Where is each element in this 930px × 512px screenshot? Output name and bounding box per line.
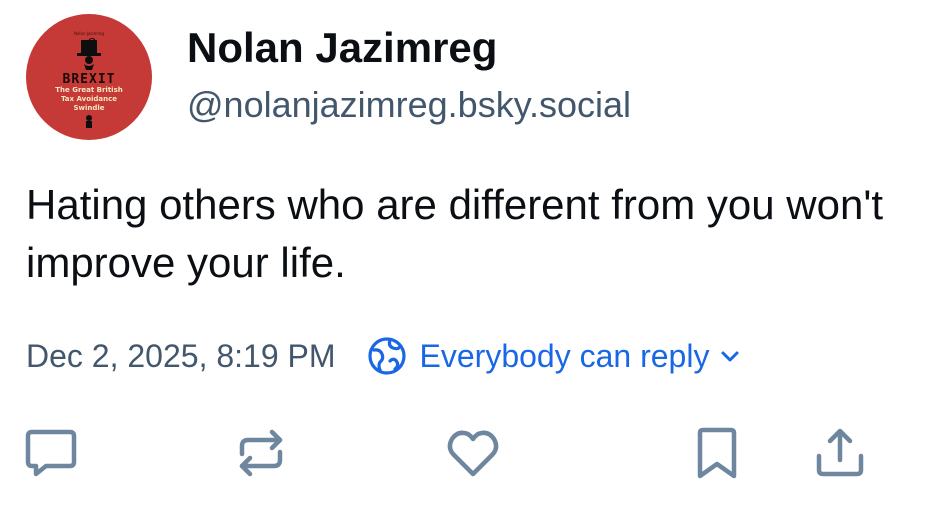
avatar-subtitle-line: Swindle bbox=[73, 104, 105, 112]
share-upload-icon bbox=[816, 428, 864, 477]
bookmark-icon bbox=[697, 427, 737, 479]
repost-arrows-icon bbox=[239, 429, 283, 477]
bookmark-button[interactable] bbox=[688, 424, 746, 482]
reply-setting-label: Everybody can reply bbox=[419, 337, 710, 374]
author-display-name[interactable]: Nolan Jazimreg bbox=[187, 24, 497, 72]
avatar-caption: Nolan Jazimreg bbox=[73, 31, 105, 36]
avatar-subtitle-line: Tax Avoidance bbox=[60, 95, 118, 103]
like-button[interactable] bbox=[444, 424, 502, 482]
avatar-subtitle: The Great British Tax Avoidance Swindle bbox=[26, 86, 152, 113]
post-meta-row: Dec 2, 2025, 8:19 PM Everybody can reply bbox=[26, 334, 741, 378]
post-text: Hating others who are different from you… bbox=[26, 181, 884, 286]
post-timestamp: Dec 2, 2025, 8:19 PM bbox=[26, 337, 336, 374]
avatar-title: BREXIT bbox=[62, 72, 116, 87]
author-handle[interactable]: @nolanjazimreg.bsky.social bbox=[187, 84, 631, 126]
share-button[interactable] bbox=[811, 424, 869, 482]
reply-button[interactable] bbox=[22, 424, 80, 482]
reply-setting-button[interactable]: Everybody can reply bbox=[366, 335, 742, 377]
chevron-down-icon bbox=[721, 351, 739, 362]
globe-icon bbox=[367, 337, 406, 375]
repost-button[interactable] bbox=[232, 424, 290, 482]
author-avatar[interactable]: Nolan Jazimreg BREXIT The Great British … bbox=[26, 14, 152, 140]
speech-bubble-icon bbox=[25, 429, 77, 477]
heart-icon bbox=[447, 430, 499, 477]
avatar-subtitle-line: The Great British bbox=[55, 86, 123, 94]
post-card: Nolan Jazimreg BREXIT The Great British … bbox=[0, 0, 930, 512]
